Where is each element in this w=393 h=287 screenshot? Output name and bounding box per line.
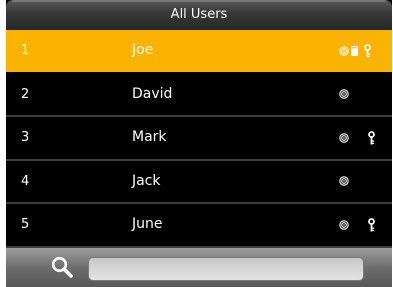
user-name: Jack [132,172,161,189]
card-icon [351,30,358,72]
user-name: June [132,216,163,232]
user-name: Joe [132,42,154,58]
user-row[interactable]: 2 David [6,73,392,117]
search-icon[interactable] [50,255,74,279]
fingerprint-icon [339,204,349,246]
user-row[interactable]: 5 June [6,204,392,248]
user-id: 5 [21,217,30,232]
user-row[interactable]: 1 Joe [6,30,392,74]
key-icon [368,117,375,159]
user-name: David [132,85,173,102]
user-id: 3 [21,130,30,145]
fingerprint-icon [339,117,349,159]
user-name: Mark [132,129,167,145]
key-icon [364,30,371,72]
user-id: 4 [21,173,30,189]
fingerprint-icon [339,30,349,72]
search-input[interactable] [88,257,364,281]
title-bar: All Users [6,0,392,30]
fingerprint-icon [339,74,349,116]
user-row[interactable]: 3 Mark [6,117,392,161]
user-id: 1 [21,43,30,58]
page-title: All Users [170,7,228,22]
title-highlight [12,0,386,2]
search-bar [6,248,392,287]
screen: All Users 1 Joe 2 David 3 Mark 4 Jack 5 June [6,0,392,287]
fingerprint-icon [339,161,349,203]
user-row[interactable]: 4 Jack [6,160,392,204]
user-id: 2 [21,86,30,102]
key-icon [368,204,375,246]
